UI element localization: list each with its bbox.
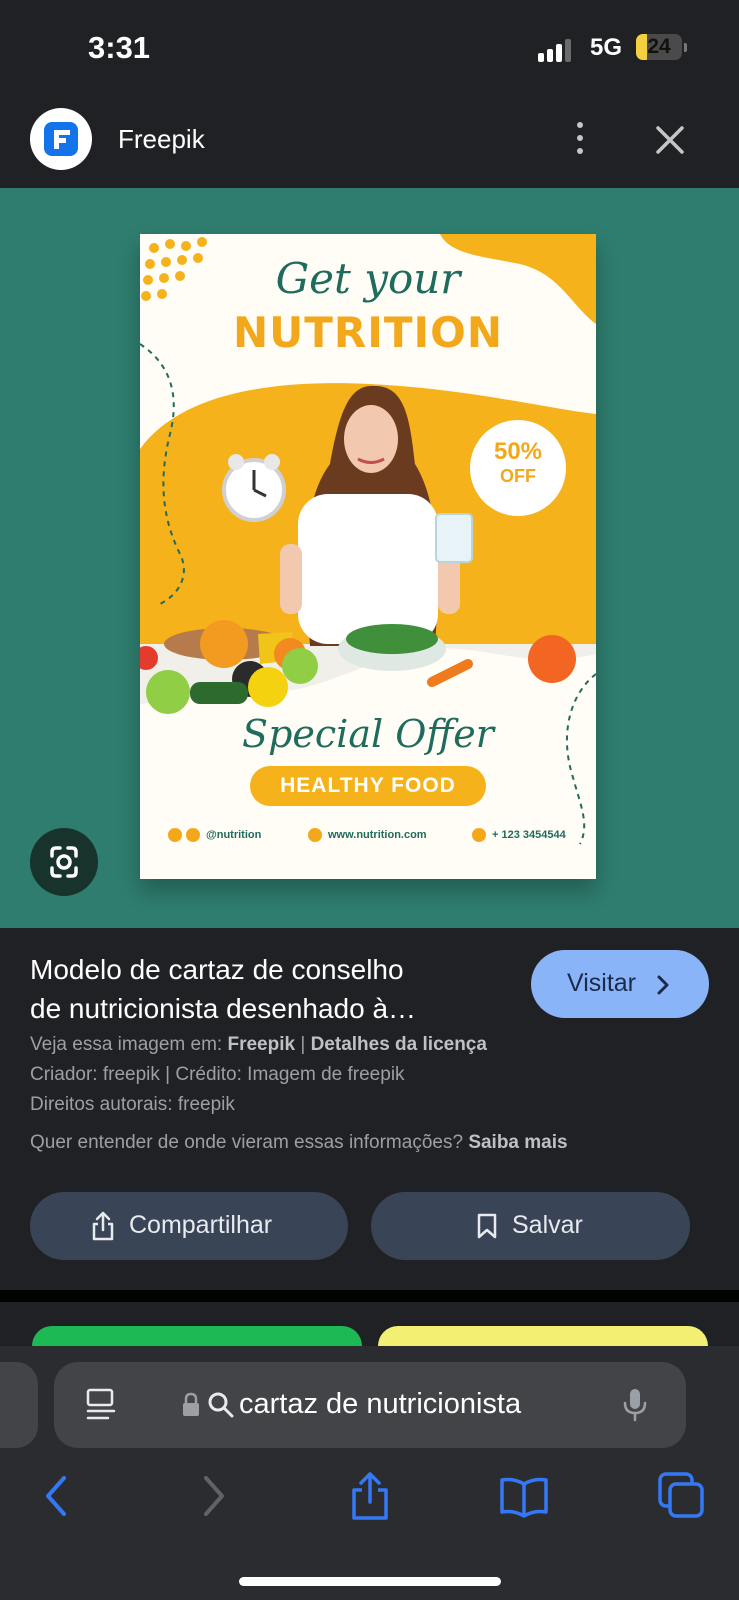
mic-icon[interactable] — [622, 1387, 648, 1423]
save-button[interactable]: Salvar — [371, 1192, 690, 1260]
freepik-logo-icon[interactable] — [30, 108, 92, 170]
info-question: Quer entender de onde vieram essas infor… — [30, 1132, 464, 1153]
discount-badge: 50% OFF — [470, 420, 566, 516]
result-title[interactable]: Modelo de cartaz de conselho de nutricio… — [30, 950, 500, 1028]
bookmarks-icon[interactable] — [496, 1468, 552, 1524]
related-results — [0, 1290, 739, 1366]
result-title-line2: de nutricionista desenhado à… — [30, 993, 417, 1024]
save-button-label: Salvar — [512, 1211, 583, 1239]
lock-icon — [183, 1392, 199, 1416]
result-title-line1: Modelo de cartaz de conselho — [30, 954, 404, 985]
image-preview[interactable]: Get your NUTRITION 50% OFF Special Offer… — [0, 188, 739, 928]
site-header: Freepik — [0, 96, 739, 188]
poster-title-script: Get your — [275, 254, 461, 303]
url-text: cartaz de nutricionista — [239, 1388, 522, 1420]
previous-tab-peek[interactable] — [0, 1362, 38, 1448]
status-bar: 3:31 5G 24 — [0, 0, 739, 96]
poster-title-main: NUTRITION — [232, 308, 503, 357]
site-name[interactable]: Freepik — [118, 124, 205, 155]
tabs-icon[interactable] — [654, 1468, 710, 1524]
more-vert-icon[interactable] — [562, 118, 598, 158]
source-separator: | — [300, 1034, 306, 1055]
copyright-line: Direitos autorais: freepik — [30, 1094, 235, 1115]
browser-toolbar: cartaz de nutricionista — [0, 1346, 739, 1600]
share-icon — [92, 1211, 114, 1241]
learn-more-link[interactable]: Saiba mais — [468, 1132, 567, 1153]
instagram-icon — [168, 828, 182, 842]
info-question-line: Quer entender de onde vieram essas infor… — [30, 1132, 568, 1154]
discount-off: OFF — [500, 466, 536, 486]
poster-special-offer: Special Offer — [242, 712, 494, 756]
forward-icon[interactable] — [186, 1468, 242, 1524]
share-button[interactable]: Compartilhar — [30, 1192, 348, 1260]
battery-icon: 24 — [636, 34, 687, 62]
poster-footer: @nutrition www.nutrition.com + 123 34545… — [168, 826, 578, 846]
poster-website: www.nutrition.com — [328, 829, 427, 841]
visit-button-label: Visitar — [567, 969, 637, 997]
reader-icon[interactable] — [84, 1387, 118, 1423]
home-indicator[interactable] — [239, 1577, 501, 1586]
share-button-label: Compartilhar — [129, 1211, 273, 1239]
address-bar[interactable]: cartaz de nutricionista — [54, 1362, 686, 1448]
back-icon[interactable] — [28, 1468, 84, 1524]
poster-handle: @nutrition — [206, 829, 262, 841]
signal-icon — [538, 38, 578, 62]
poster-pill: HEALTHY FOOD — [250, 766, 486, 806]
network-type: 5G — [590, 34, 623, 61]
phone-icon — [472, 828, 486, 842]
visit-button[interactable]: Visitar — [531, 950, 709, 1018]
license-link[interactable]: Detalhes da licença — [311, 1034, 487, 1055]
safari-share-icon[interactable] — [342, 1468, 398, 1524]
source-link[interactable]: Freepik — [227, 1034, 295, 1055]
source-line: Veja essa imagem em: Freepik | Detalhes … — [30, 1034, 487, 1056]
battery-level: 24 — [647, 35, 671, 58]
poster-image: Get your NUTRITION 50% OFF Special Offer… — [140, 234, 596, 879]
close-icon[interactable] — [646, 116, 694, 164]
clock: 3:31 — [88, 30, 151, 65]
image-details: Modelo de cartaz de conselho de nutricio… — [0, 928, 739, 1290]
bookmark-icon — [477, 1213, 497, 1239]
chevron-right-icon — [657, 975, 669, 995]
creator-line: Criador: freepik | Crédito: Imagem de fr… — [30, 1064, 405, 1085]
discount-percent: 50% — [493, 438, 543, 465]
facebook-icon — [186, 828, 200, 842]
poster-phone: + 123 3454544 — [492, 829, 566, 841]
globe-icon — [308, 828, 322, 842]
search-icon — [208, 1392, 234, 1418]
source-prefix: Veja essa imagem em: — [30, 1034, 223, 1055]
lens-icon[interactable] — [30, 828, 98, 896]
